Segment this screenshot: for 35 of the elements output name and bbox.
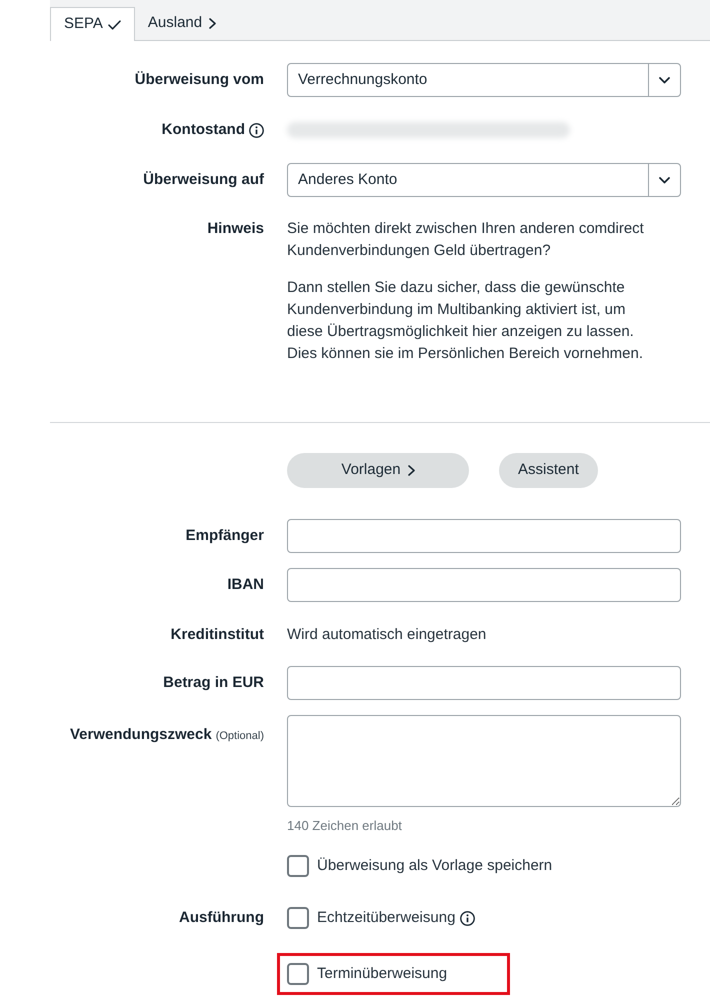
menu-button[interactable]: Vorlagen [287,453,469,488]
field-label: Hinweis [207,219,264,239]
check-icon [108,20,121,30]
field-label: Kreditinstitut [170,625,264,645]
character-hint: 140 Zeichen erlaubt [287,817,403,835]
chevron-down-icon [659,176,670,184]
optional-note: (Optional) [216,729,264,744]
checkbox[interactable] [287,963,309,985]
static-text: Wird automatisch eingetragen [287,624,486,645]
tab[interactable]: Ausland [134,6,230,40]
checkbox-label[interactable]: Echtzeitüberweisung [317,907,456,929]
checkbox-label[interactable]: Terminüberweisung [317,963,448,985]
field-label: Empfänger [186,526,264,546]
chevron-down-icon [659,76,670,84]
dropdown[interactable]: Anderes Konto [287,163,681,197]
textarea-field[interactable] [287,715,681,807]
checkbox[interactable] [287,907,309,929]
checkbox[interactable] [287,855,309,877]
field-label: Überweisung auf [143,170,264,190]
field-label: Ausführung [179,908,264,928]
input-field[interactable] [287,519,681,553]
pill-button[interactable]: Assistent [499,453,598,488]
field-label: Verwendungszweck [70,725,212,745]
note-text: Dann stellen Sie dazu sicher, dass die gewünschte Kundenverbindung im Multibanking aktiviert ist, um diese Übertragsmöglichkeit hier anzeigen zu lassen. Dies können sie im Persönlichen Bereich vornehmen. [287,278,644,364]
field-label: Betrag in EUR [163,673,264,693]
field-label: Überweisung vom [134,70,264,90]
note-text: Sie möchten direkt zwischen Ihren anderen comdirect Kundenverbindungen Geld übertragen? [287,219,645,261]
checkbox-label[interactable]: Überweisung als Vorlage speichern [317,855,552,877]
chevron-right-icon [209,18,216,28]
input-field[interactable] [287,666,681,700]
input-field[interactable] [287,568,681,602]
field-label: Kontostand [162,120,245,140]
tab[interactable]: SEPA [50,7,135,41]
field-label: IBAN [227,575,264,595]
dropdown[interactable]: Verrechnungskonto [287,63,681,97]
